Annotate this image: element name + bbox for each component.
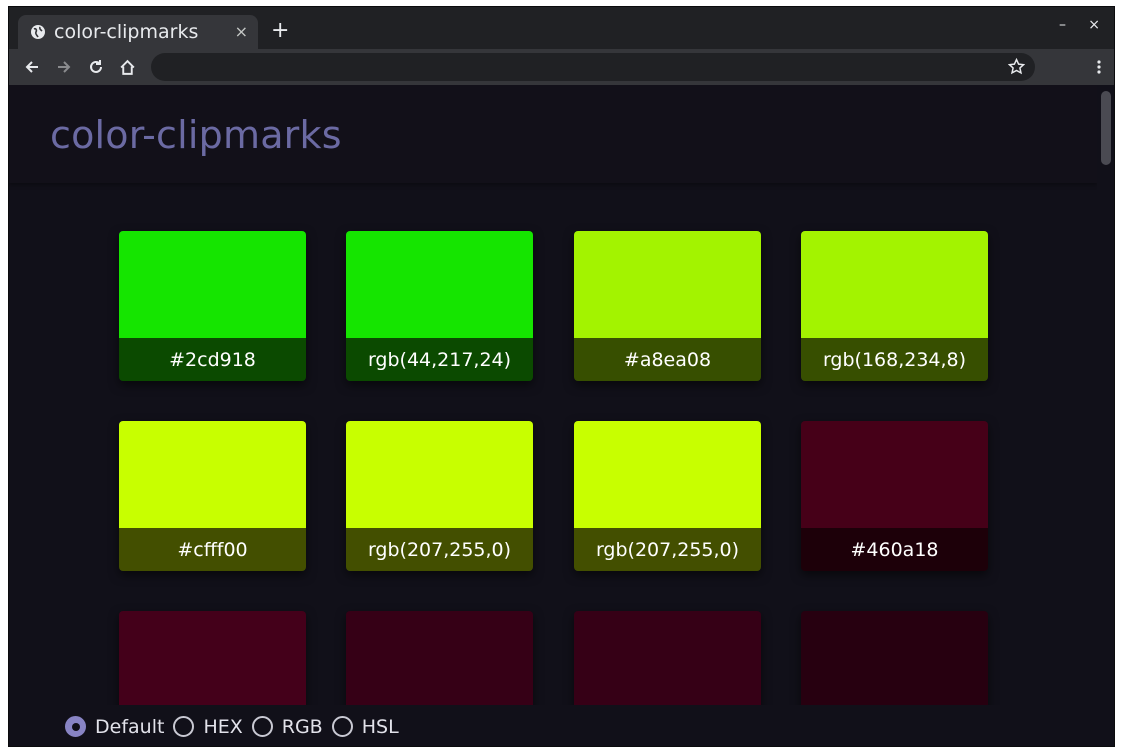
radio-dot (71, 722, 80, 731)
forward-button[interactable] (51, 49, 77, 85)
swatch-card[interactable]: #2cd918 (119, 231, 306, 381)
swatch-card[interactable]: rgb(207,255,0) (346, 421, 533, 571)
swatch-color (801, 611, 988, 718)
window-close-button[interactable]: × (1088, 17, 1100, 33)
swatch-label: #460a18 (801, 528, 988, 571)
radio-button[interactable] (173, 716, 195, 737)
address-bar[interactable] (151, 53, 1035, 81)
swatch-card[interactable]: #a8ea08 (574, 231, 761, 381)
back-button[interactable] (19, 49, 45, 85)
radio-default[interactable]: Default (65, 716, 164, 738)
new-tab-button[interactable]: + (271, 19, 289, 43)
browser-menu-button[interactable] (1096, 49, 1102, 85)
swatch-label: #2cd918 (119, 338, 306, 381)
swatch-card[interactable]: rgb(168,234,8) (801, 231, 988, 381)
globe-icon (31, 25, 45, 39)
tab-color-clipmarks[interactable]: color-clipmarks × (18, 15, 258, 49)
page-viewport: color-clipmarks #2cd918 rgb(44,217,24) #… (9, 85, 1097, 746)
radio-hsl[interactable]: HSL (331, 715, 399, 738)
swatch-color (574, 231, 761, 338)
more-vertical-icon (1097, 60, 1101, 74)
star-icon[interactable] (1008, 58, 1025, 75)
swatch-color (346, 611, 533, 718)
swatch-color (574, 611, 761, 718)
radio-label: RGB (281, 715, 323, 738)
swatch-label: #cfff00 (119, 528, 306, 571)
home-button[interactable] (114, 49, 140, 85)
swatch-label: rgb(44,217,24) (346, 338, 533, 381)
radio-button[interactable] (65, 716, 86, 737)
swatch-color (346, 421, 533, 528)
home-icon (119, 59, 135, 75)
page-header: color-clipmarks (9, 85, 1097, 183)
swatch-color (801, 421, 988, 528)
minimize-button[interactable]: – (1059, 17, 1066, 33)
scrollbar-thumb[interactable] (1101, 91, 1111, 165)
radio-label: HEX (203, 715, 243, 738)
swatch-color (119, 611, 306, 718)
tab-title: color-clipmarks (54, 21, 199, 43)
radio-button[interactable] (251, 716, 273, 737)
reload-icon (90, 60, 102, 73)
radio-hex[interactable]: HEX (173, 715, 243, 738)
radio-label: HSL (361, 715, 399, 738)
swatch-label: #a8ea08 (574, 338, 761, 381)
swatch-color (119, 231, 306, 338)
radio-label: Default (95, 715, 165, 738)
swatch-color (574, 421, 761, 528)
close-tab-icon[interactable]: × (235, 22, 248, 41)
swatch-label: rgb(168,234,8) (801, 338, 988, 381)
radio-button[interactable] (331, 716, 353, 737)
tab-strip: color-clipmarks × + – × (9, 7, 1114, 49)
browser-toolbar (9, 49, 1114, 85)
format-selector: Default HEX RGB HSL (9, 705, 1097, 746)
browser-window: color-clipmarks × + – × color-clipmarks (8, 6, 1115, 747)
swatch-label: rgb(207,255,0) (574, 528, 761, 571)
radio-rgb[interactable]: RGB (251, 715, 323, 738)
swatch-color (119, 421, 306, 528)
swatch-card[interactable]: #460a18 (801, 421, 988, 571)
swatch-card[interactable]: rgb(44,217,24) (346, 231, 533, 381)
swatch-color (346, 231, 533, 338)
swatch-label: rgb(207,255,0) (346, 528, 533, 571)
reload-button[interactable] (83, 49, 109, 85)
page-title: color-clipmarks (50, 113, 342, 157)
arrow-left-icon (25, 61, 38, 73)
swatch-card[interactable]: #cfff00 (119, 421, 306, 571)
swatch-card[interactable]: rgb(207,255,0) (574, 421, 761, 571)
arrow-right-icon (58, 61, 71, 73)
vertical-scrollbar[interactable] (1097, 85, 1114, 746)
swatch-color (801, 231, 988, 338)
